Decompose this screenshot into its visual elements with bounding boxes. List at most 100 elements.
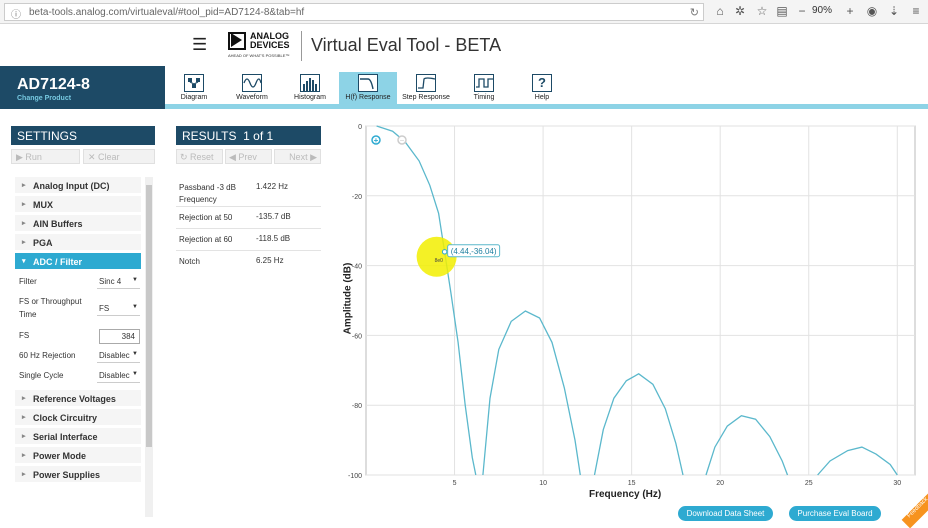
y-tick-label: -100 <box>348 473 362 480</box>
tab-label: Step Response <box>402 94 450 101</box>
tab-label: H(f) Response <box>345 94 391 101</box>
logo-tagline: AHEAD OF WHAT'S POSSIBLE™ <box>228 53 290 58</box>
single-cycle-row: Single Cycle Disablec ▼ <box>15 366 141 386</box>
x-tick-label: 10 <box>539 480 547 487</box>
settings-actions: ▶ Run ✕ Clear <box>11 149 155 165</box>
menu-item-reference-voltages[interactable]: ▸ Reference Voltages <box>15 390 141 409</box>
y-axis-label: Amplitude (dB) <box>342 262 354 335</box>
tab-timing[interactable]: Timing <box>455 72 513 104</box>
menu-item-ain-buffers[interactable]: ▸ AIN Buffers <box>15 215 141 234</box>
change-product-link[interactable]: Change Product <box>17 95 165 102</box>
refresh-icon: ↻ <box>180 152 191 162</box>
scrollbar-thumb[interactable] <box>146 185 152 447</box>
single-cycle-label: Single Cycle <box>19 371 64 380</box>
x-axis-label: Frequency (Hz) <box>589 489 662 500</box>
play-icon: ▶ <box>16 152 26 162</box>
menu-item-clock-circuitry[interactable]: ▸ Clock Circuitry <box>15 409 141 428</box>
results-actions: ↻ Reset ◀ Prev Next ▶ <box>176 149 321 165</box>
tab-histogram[interactable]: Histogram <box>281 72 339 104</box>
fs-input[interactable]: 384 <box>99 329 140 344</box>
dropdown-arrow-icon: ▼ <box>132 277 138 283</box>
browser-toolbar: ⓘ beta-tools.analog.com/virtualeval/#too… <box>0 0 928 24</box>
menu-item-power-supplies[interactable]: ▸ Power Supplies <box>15 466 141 485</box>
menu-item-analog-input[interactable]: ▸ Analog Input (DC) <box>15 177 141 196</box>
result-value: -118.5 dB <box>256 234 291 243</box>
purchase-eval-board-button[interactable]: Purchase Eval Board <box>789 506 881 521</box>
settings-scrollbar[interactable] <box>145 177 153 517</box>
tab-diagram[interactable]: Diagram <box>165 72 223 104</box>
url-text: beta-tools.analog.com/virtualeval/#tool_… <box>29 7 305 18</box>
result-key: Notch <box>179 257 200 266</box>
run-button[interactable]: ▶ Run <box>11 149 80 164</box>
menu-icon[interactable]: ≡ <box>908 4 924 18</box>
chevron-right-icon: ▸ <box>22 239 26 246</box>
product-nav-bar: AD7124-8 Change Product Diagram Waveform… <box>0 66 928 109</box>
next-button[interactable]: Next ▶ <box>274 149 321 164</box>
hz60-select[interactable]: Disablec ▼ <box>97 349 140 363</box>
home-icon[interactable]: ⌂ <box>712 4 728 18</box>
y-tick-label: -20 <box>352 194 362 201</box>
chevron-right-icon: ▸ <box>22 220 26 227</box>
zoom-out-icon[interactable]: − <box>794 4 810 18</box>
menu-item-serial-interface[interactable]: ▸ Serial Interface <box>15 428 141 447</box>
tab-step-response[interactable]: Step Response <box>397 72 455 104</box>
tab-help[interactable]: ? Help <box>513 72 571 104</box>
fs-label: FS <box>19 331 30 340</box>
tab-waveform[interactable]: Waveform <box>223 72 281 104</box>
table-row: Passband -3 dB Frequency 1.422 Hz <box>176 177 321 207</box>
tab-hf-response[interactable]: H(f) Response <box>339 72 397 109</box>
reload-icon[interactable]: ↻ <box>690 6 699 19</box>
gear-icon[interactable]: ✲ <box>732 4 748 18</box>
results-panel: RESULTS 1 of 1 ↻ Reset ◀ Prev Next ▶ Pas… <box>176 126 321 273</box>
filter-select[interactable]: Sinc 4 ▼ <box>97 275 140 289</box>
help-icon: ? <box>532 74 552 92</box>
frequency-response-chart[interactable]: 5 10 15 20 25 30 0 -20 -40 -60 -80 -100 + − (4.44,-36.… <box>331 118 928 508</box>
menu-item-adc-filter[interactable]: ▾ ADC / Filter <box>15 253 141 272</box>
tab-label: Histogram <box>294 94 326 101</box>
tab-label: Timing <box>473 94 495 101</box>
chart-svg[interactable]: 5 10 15 20 25 300-20-40-60-80-100+ −(4.44,-36.… <box>331 118 928 508</box>
clipboard-icon[interactable]: ▤ <box>774 4 790 18</box>
settings-header: SETTINGS <box>11 126 155 145</box>
menu-item-power-mode[interactable]: ▸ Power Mode <box>15 447 141 466</box>
hamburger-menu-icon[interactable]: ☰ <box>192 35 207 55</box>
cursor-label: 8e0 <box>435 258 444 264</box>
table-row: Notch 6.25 Hz <box>176 251 321 273</box>
clear-button[interactable]: ✕ Clear <box>83 149 155 164</box>
analog-devices-logo[interactable]: ANALOG DEVICES AHEAD OF WHAT'S POSSIBLE™ <box>228 32 294 60</box>
prev-button[interactable]: ◀ Prev <box>225 149 272 164</box>
filter-row: Filter Sinc 4 ▼ <box>15 272 141 292</box>
download-data-sheet-button[interactable]: Download Data Sheet <box>678 506 773 521</box>
diagram-icon <box>184 74 204 92</box>
results-table: Passband -3 dB Frequency 1.422 Hz Reject… <box>176 177 321 273</box>
info-icon: ⓘ <box>11 10 21 21</box>
chevron-right-icon: ▸ <box>22 182 26 189</box>
data-point-marker[interactable] <box>441 249 448 255</box>
address-bar[interactable]: ⓘ beta-tools.analog.com/virtualeval/#too… <box>4 3 704 21</box>
menu-item-pga[interactable]: ▸ PGA <box>15 234 141 253</box>
plot-area[interactable] <box>365 125 916 476</box>
addon-icon[interactable]: ◉ <box>864 4 880 18</box>
single-cycle-select[interactable]: Disablec ▼ <box>97 369 140 383</box>
chevron-right-icon: ▸ <box>22 471 26 478</box>
table-row: Rejection at 60 -118.5 dB <box>176 229 321 251</box>
hz60-row: 60 Hz Rejection Disablec ▼ <box>15 346 141 366</box>
zoom-level: 90% <box>812 5 833 16</box>
product-box: AD7124-8 Change Product <box>0 66 165 109</box>
zoom-out-glyph: − <box>400 136 405 145</box>
table-row: Rejection at 50 -135.7 dB <box>176 207 321 229</box>
results-header: RESULTS 1 of 1 <box>176 126 321 145</box>
waveform-icon <box>242 74 262 92</box>
download-icon[interactable]: ⇣ <box>886 4 902 18</box>
site-header: ☰ ANALOG DEVICES AHEAD OF WHAT'S POSSIBL… <box>0 24 928 66</box>
star-icon[interactable]: ☆ <box>754 4 770 18</box>
zoom-in-icon[interactable]: + <box>842 4 858 18</box>
menu-item-mux[interactable]: ▸ MUX <box>15 196 141 215</box>
dropdown-arrow-icon: ▼ <box>132 304 138 310</box>
settings-panel: SETTINGS ▶ Run ✕ Clear ▸ Analog Input (DC… <box>11 126 155 517</box>
results-count: 1 of 1 <box>243 129 274 143</box>
result-key: Rejection at 50 <box>179 213 233 222</box>
fs-throughput-select[interactable]: FS ▼ <box>97 302 140 316</box>
tab-label: Diagram <box>180 94 208 101</box>
reset-button[interactable]: ↻ Reset <box>176 149 223 164</box>
